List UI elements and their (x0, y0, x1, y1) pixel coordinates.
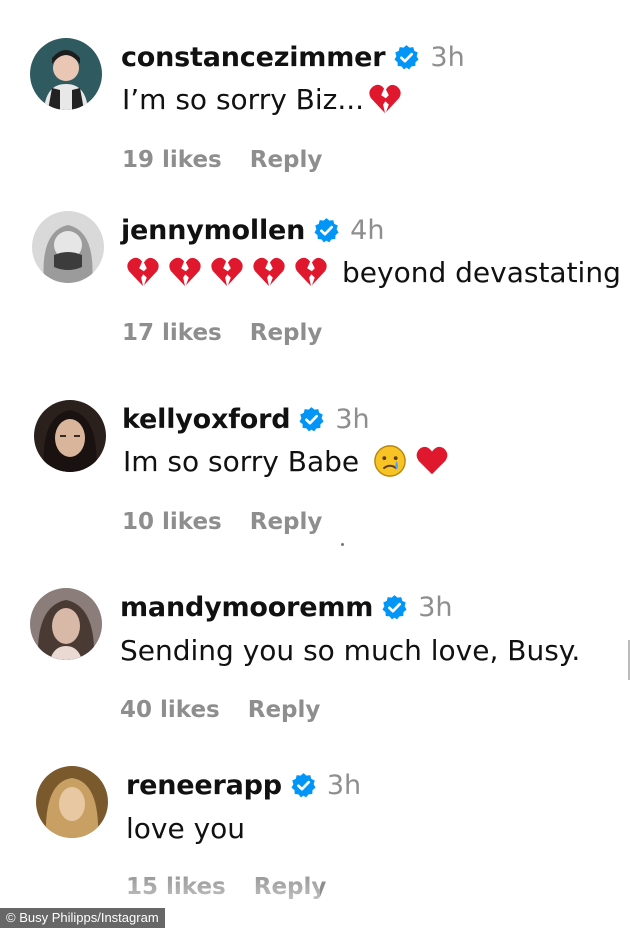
verified-badge-icon (290, 772, 317, 799)
timestamp: 3h (418, 592, 453, 623)
avatar[interactable] (30, 588, 102, 660)
avatar-image (30, 38, 102, 110)
comment-meta: 40 likes Reply (120, 697, 320, 723)
comment-body: Sending you so much love, Busy. (120, 634, 581, 667)
edge-artifact (628, 640, 630, 680)
avatar-image (34, 400, 106, 472)
avatar[interactable] (30, 38, 102, 110)
username-link[interactable]: jennymollen (121, 215, 305, 246)
verified-badge-icon (393, 44, 420, 71)
reply-button[interactable]: Reply (248, 697, 321, 723)
reply-button[interactable]: Reply (250, 320, 323, 346)
comment-body: Im so sorry Babe (123, 444, 360, 478)
broken-heart-icon (210, 255, 244, 289)
avatar-image (36, 766, 108, 838)
verified-badge-icon (298, 406, 325, 433)
avatar-image (30, 588, 102, 660)
comment-header: mandymooremm 3h (120, 592, 453, 623)
divider-dot (341, 543, 344, 546)
avatar[interactable] (34, 400, 106, 472)
comment-item: reneerapp 3h love you 15 likes Reply (0, 728, 634, 900)
username-link[interactable]: constancezimmer (121, 42, 386, 73)
comment-text: Im so sorry Babe (123, 444, 449, 478)
crying-face-icon (373, 444, 407, 478)
comment-meta: 10 likes Reply (122, 509, 322, 535)
avatar-image (32, 211, 104, 283)
timestamp: 3h (430, 42, 465, 73)
likes-count[interactable]: 10 likes (122, 509, 222, 535)
broken-heart-icon (368, 82, 402, 116)
verified-badge-icon (313, 217, 340, 244)
broken-heart-icon (126, 255, 160, 289)
photo-credit: © Busy Philipps/Instagram (0, 908, 165, 928)
broken-heart-icon (252, 255, 286, 289)
comment-item: kellyoxford 3h Im so sorry Babe 10 likes… (0, 362, 634, 535)
likes-count[interactable]: 15 likes (126, 874, 226, 900)
timestamp: 4h (350, 215, 385, 246)
avatar[interactable] (36, 766, 108, 838)
reply-button[interactable]: Reply (250, 147, 323, 173)
comment-meta: 17 likes Reply (122, 320, 322, 346)
likes-count[interactable]: 19 likes (122, 147, 222, 173)
username-link[interactable]: reneerapp (126, 770, 282, 801)
likes-count[interactable]: 17 likes (122, 320, 222, 346)
comment-header: jennymollen 4h (121, 215, 384, 246)
verified-badge-icon (381, 594, 408, 621)
red-heart-icon (415, 444, 449, 478)
comment-meta: 19 likes Reply (122, 147, 322, 173)
comment-item: jennymollen 4h beyond devastating 17 lik… (0, 173, 634, 346)
reply-button[interactable]: Reply (254, 874, 327, 900)
username-link[interactable]: kellyoxford (122, 404, 291, 435)
comment-text: Sending you so much love, Busy. (120, 634, 580, 667)
timestamp: 3h (326, 770, 362, 801)
comment-meta: 15 likes Reply (126, 874, 326, 900)
comment-body: beyond devastating (342, 255, 621, 289)
comment-item: mandymooremm 3h Sending you so much love… (0, 550, 634, 723)
comment-header: kellyoxford 3h (122, 404, 370, 435)
broken-heart-icon (294, 255, 328, 289)
avatar[interactable] (32, 211, 104, 283)
username-link[interactable]: mandymooremm (120, 592, 373, 623)
comment-header: constancezimmer 3h (121, 42, 465, 73)
comment-text: beyond devastating (126, 255, 621, 289)
comment-body: love you (126, 812, 246, 845)
comment-text: love you (126, 812, 245, 845)
comment-body: I’m so sorry Biz... (122, 82, 365, 116)
broken-heart-icon (168, 255, 202, 289)
timestamp: 3h (335, 404, 370, 435)
emoji-group (126, 255, 328, 289)
likes-count[interactable]: 40 likes (120, 697, 220, 723)
comment-item: constancezimmer 3h I’m so sorry Biz... 1… (0, 0, 634, 173)
comment-text: I’m so sorry Biz... (122, 82, 402, 116)
reply-button[interactable]: Reply (250, 509, 323, 535)
comment-header: reneerapp 3h (126, 770, 361, 801)
